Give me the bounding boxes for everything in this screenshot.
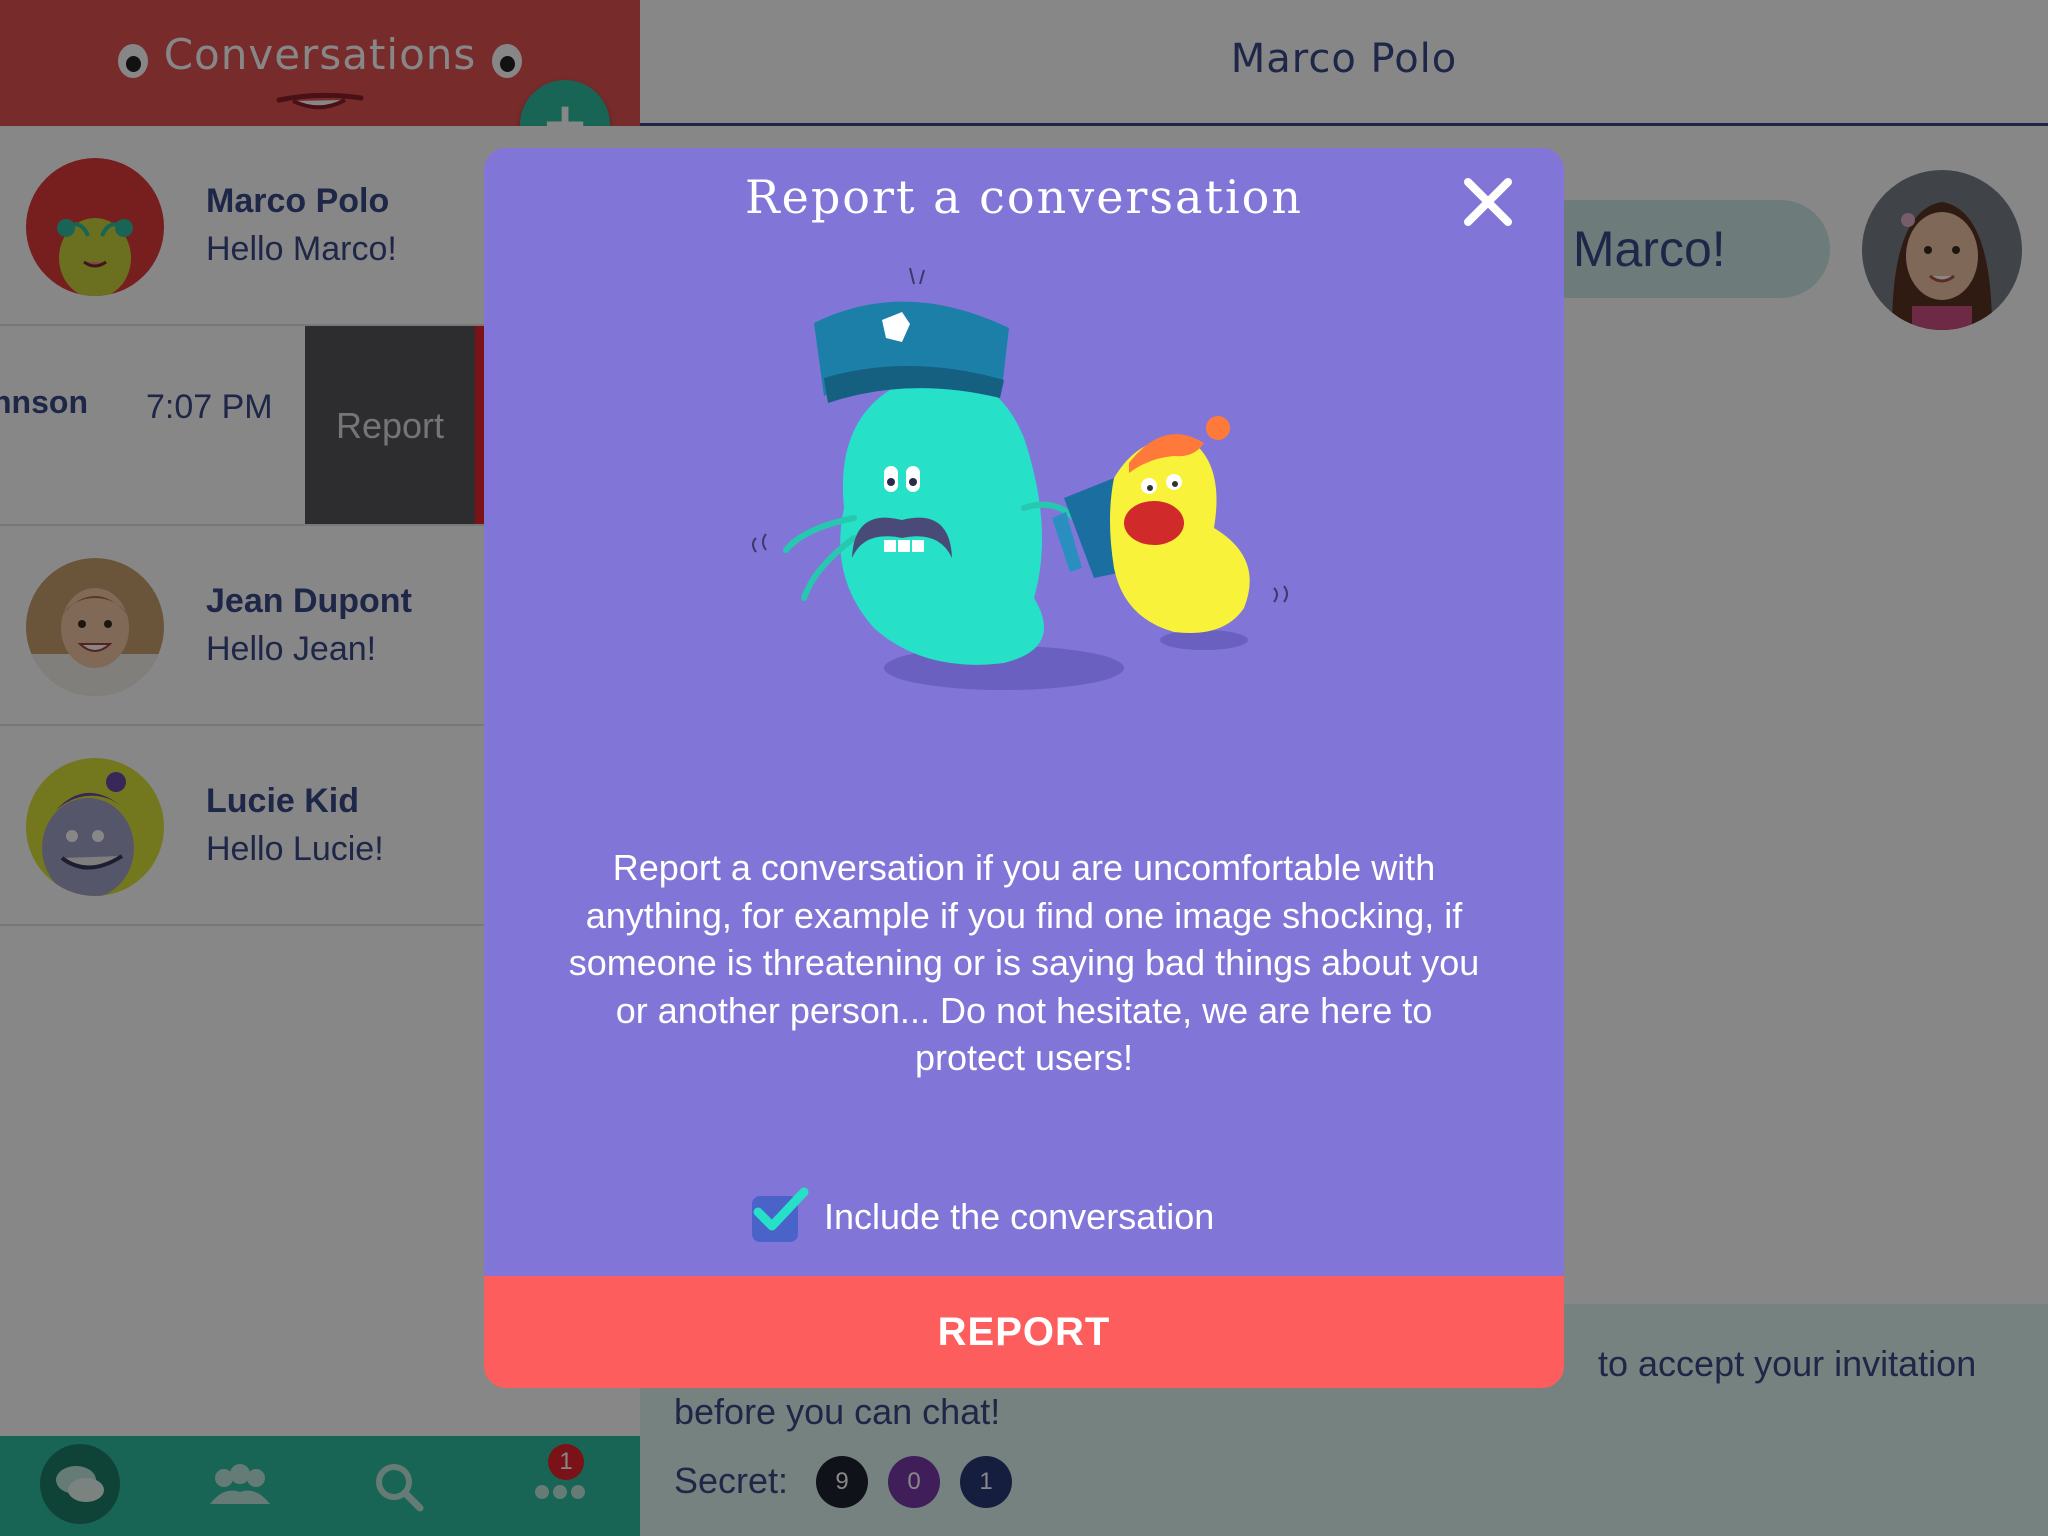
include-conversation-label: Include the conversation [824, 1196, 1215, 1237]
report-dialog: Report a conversation Report a conversat… [484, 148, 1564, 1388]
dialog-description: Report a conversation if you are uncomfo… [568, 847, 1480, 1078]
close-icon[interactable] [1460, 174, 1516, 230]
checkmark-icon [753, 1187, 809, 1231]
include-conversation-checkbox[interactable]: Include the conversation [752, 1187, 1312, 1252]
police-monster-megaphone-illustration [752, 268, 1288, 690]
report-button[interactable]: REPORT [484, 1276, 1564, 1388]
dialog-title: Report a conversation [745, 170, 1303, 224]
